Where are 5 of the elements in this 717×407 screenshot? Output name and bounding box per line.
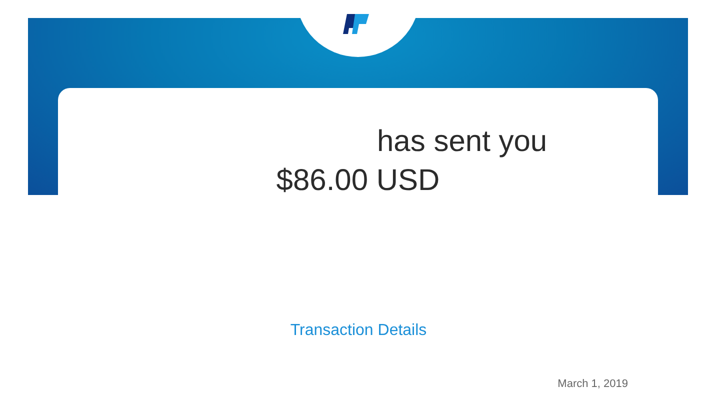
logo-icon [343,14,369,34]
headline-text: has sent you [376,124,548,160]
amount-text: $86.00 USD [275,163,441,199]
transaction-details-link[interactable]: Transaction Details [290,322,427,339]
date-text: March 1, 2019 [558,378,628,390]
